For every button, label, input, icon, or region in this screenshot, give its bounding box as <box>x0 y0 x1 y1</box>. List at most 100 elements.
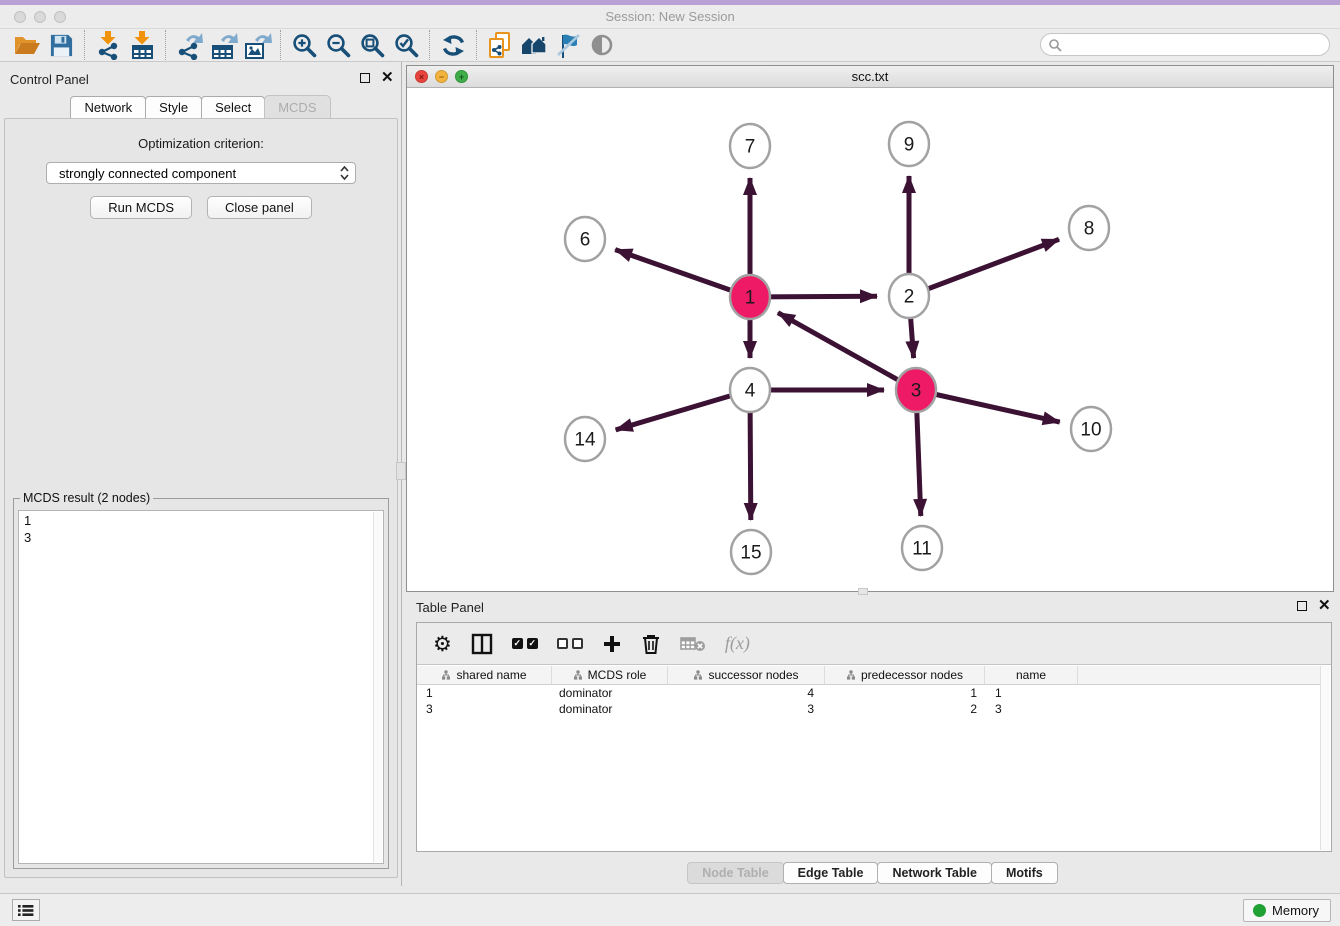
toolbar-separator <box>280 30 281 60</box>
clone-network-icon[interactable] <box>483 30 517 60</box>
export-network-icon[interactable] <box>172 30 206 60</box>
table-row[interactable]: 3dominator323 <box>417 701 1322 717</box>
network-overview-icon[interactable] <box>517 30 551 60</box>
table-header-row: shared name MCDS role successor nodes pr… <box>417 666 1322 685</box>
delete-table-icon[interactable] <box>680 635 706 653</box>
import-network-icon[interactable] <box>91 30 125 60</box>
run-mcds-button[interactable]: Run MCDS <box>90 196 192 219</box>
graph-node-label: 6 <box>580 230 591 251</box>
graph-node-label: 3 <box>911 381 922 402</box>
shared-column-icon <box>693 670 703 680</box>
graph-node-label: 2 <box>904 287 915 308</box>
graph-node-label: 11 <box>912 539 932 560</box>
memory-button[interactable]: Memory <box>1243 899 1331 922</box>
import-table-icon[interactable] <box>125 30 159 60</box>
search-box[interactable] <box>1040 33 1330 56</box>
zoom-out-icon[interactable] <box>321 30 355 60</box>
function-builder-icon[interactable]: f(x) <box>725 633 750 654</box>
table-rows: 1dominator4113dominator323 <box>417 685 1322 717</box>
toolbar-separator <box>476 30 477 60</box>
deselect-all-columns-icon[interactable] <box>557 638 583 649</box>
toolbar-separator <box>165 30 166 60</box>
window-title: Session: New Session <box>0 5 1340 28</box>
float-panel-icon[interactable] <box>360 73 370 83</box>
graph-node-label: 4 <box>745 381 756 402</box>
table-scrollbar[interactable] <box>1320 666 1330 850</box>
table-settings-icon[interactable]: ⚙ <box>433 634 452 654</box>
memory-status-icon <box>1253 904 1266 917</box>
tab-node-table[interactable]: Node Table <box>687 862 783 884</box>
table-row[interactable]: 1dominator411 <box>417 685 1322 701</box>
table-panel-buttons: ✕ <box>1297 601 1331 611</box>
graph-edge-3-1[interactable] <box>778 313 916 390</box>
panel-splitter-grip[interactable] <box>396 462 406 480</box>
export-image-icon[interactable] <box>240 30 274 60</box>
zoom-fit-icon[interactable] <box>355 30 389 60</box>
zoom-selected-icon[interactable] <box>389 30 423 60</box>
column-header[interactable]: shared name <box>417 666 552 684</box>
column-header[interactable]: predecessor nodes <box>825 666 985 684</box>
close-panel-button[interactable]: Close panel <box>207 196 312 219</box>
graph-node-label: 9 <box>904 135 915 156</box>
column-header[interactable]: successor nodes <box>668 666 825 684</box>
tab-network-table[interactable]: Network Table <box>877 862 992 884</box>
network-canvas[interactable]: 7968124314101511 <box>407 88 1333 591</box>
unchecked-box-icon <box>557 638 568 649</box>
save-session-icon[interactable] <box>44 30 78 60</box>
network-window-controls: × − + <box>415 70 468 83</box>
network-maximize-button[interactable]: + <box>455 70 468 83</box>
unchecked-box-icon <box>572 638 583 649</box>
optimization-value: strongly connected component <box>59 166 340 181</box>
graph-node-label: 14 <box>574 430 596 451</box>
apply-layout-icon[interactable] <box>436 30 470 60</box>
horizontal-splitter-grip[interactable] <box>858 588 868 595</box>
graph-edge-3-10[interactable] <box>916 390 1060 422</box>
network-window: × − + scc.txt 7968124314101511 <box>406 65 1334 592</box>
close-panel-icon[interactable]: ✕ <box>381 73 394 83</box>
mcds-panel: Optimization criterion: strongly connect… <box>4 118 398 878</box>
toolbar-separator <box>429 30 430 60</box>
float-table-panel-icon[interactable] <box>1297 601 1307 611</box>
tab-edge-table[interactable]: Edge Table <box>783 862 879 884</box>
select-stepper-icon <box>340 165 349 181</box>
graph-node-label: 8 <box>1084 219 1095 240</box>
graphics-details-icon[interactable] <box>551 30 585 60</box>
close-table-panel-icon[interactable]: ✕ <box>1318 601 1331 611</box>
delete-column-icon[interactable] <box>641 633 661 655</box>
network-close-button[interactable]: × <box>415 70 428 83</box>
column-header[interactable]: name <box>985 666 1078 684</box>
result-scrollbar[interactable] <box>373 512 382 862</box>
add-column-icon[interactable] <box>602 634 622 654</box>
task-history-button[interactable] <box>12 899 40 921</box>
tab-motifs[interactable]: Motifs <box>991 862 1058 884</box>
title-bar: Session: New Session <box>0 5 1340 29</box>
column-header[interactable]: MCDS role <box>552 666 668 684</box>
export-table-icon[interactable] <box>206 30 240 60</box>
graph-node-label: 15 <box>740 543 761 564</box>
split-table-icon[interactable] <box>471 633 493 655</box>
search-input[interactable] <box>1062 35 1329 54</box>
list-icon <box>18 904 34 917</box>
open-session-icon[interactable] <box>10 30 44 60</box>
graph-edge-2-8[interactable] <box>909 239 1059 296</box>
birdseye-view-icon[interactable] <box>585 30 619 60</box>
network-minimize-button[interactable]: − <box>435 70 448 83</box>
network-window-titlebar: × − + scc.txt <box>407 66 1333 88</box>
zoom-in-icon[interactable] <box>287 30 321 60</box>
mcds-result-area[interactable]: 1 3 <box>18 510 384 864</box>
minimize-window-button[interactable] <box>34 11 46 23</box>
graph-node-label: 7 <box>745 137 756 158</box>
shared-column-icon <box>573 670 583 680</box>
shared-column-icon <box>846 670 856 680</box>
table-cell: 2 <box>825 702 985 716</box>
maximize-window-button[interactable] <box>54 11 66 23</box>
optimization-select[interactable]: strongly connected component <box>46 162 356 184</box>
table-cell: 3 <box>668 702 825 716</box>
select-all-columns-icon[interactable]: ✓ ✓ <box>512 638 538 649</box>
memory-label: Memory <box>1272 903 1319 918</box>
window-controls[interactable] <box>14 11 66 23</box>
graph-node-label: 10 <box>1080 420 1101 441</box>
tab-mcds[interactable]: MCDS <box>264 95 330 120</box>
checked-box-icon: ✓ <box>527 638 538 649</box>
close-window-button[interactable] <box>14 11 26 23</box>
